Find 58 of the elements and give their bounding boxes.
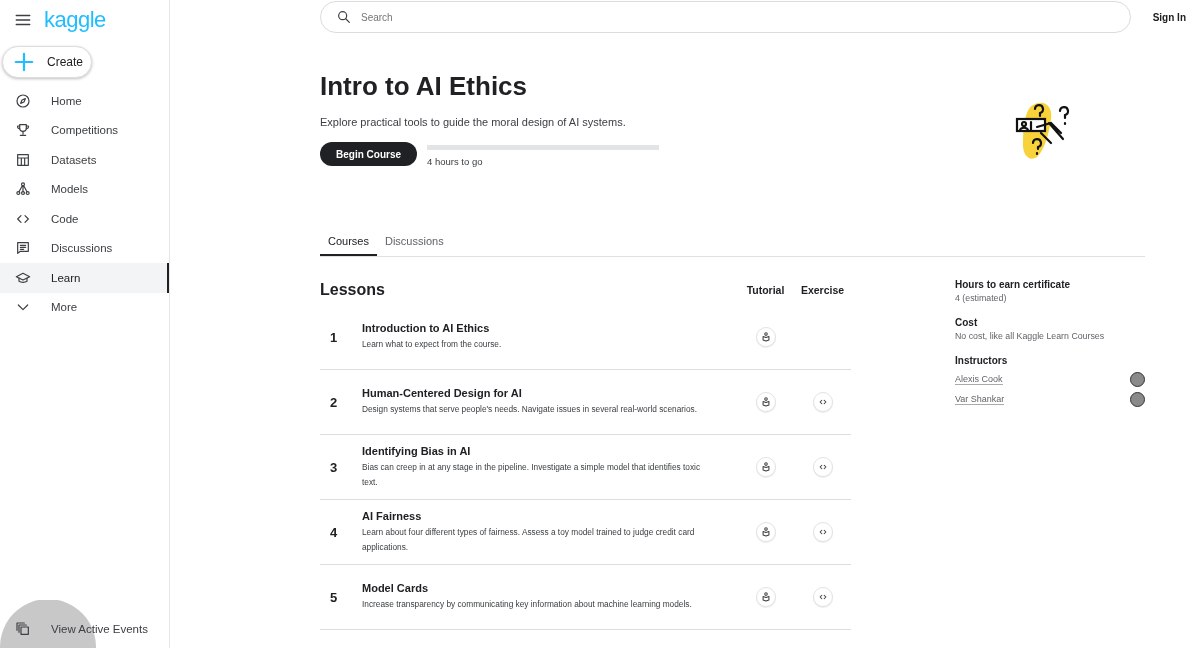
info-label: Hours to earn certificate [955,279,1072,290]
nav-item[interactable]: View Active Events [0,614,169,644]
lesson-title-link[interactable]: Introduction to AI Ethics [362,322,713,335]
lesson-title-link[interactable]: Human-Centered Design for AI [362,387,713,400]
tutorial-button[interactable] [755,392,776,412]
stacked-squares-icon [15,620,31,637]
nav-item[interactable]: More [0,292,169,322]
tab[interactable]: Courses [320,229,377,256]
nodes-icon [15,181,31,198]
progress-reading: 4 hours to go [427,156,484,167]
nav-item[interactable]: Code [0,204,169,234]
lesson-title-link[interactable]: Identifying Bias in AI [362,445,713,458]
avatar [1130,391,1145,407]
compass-icon [15,92,31,109]
nav-item[interactable]: Home [0,86,169,116]
search-field[interactable]: Search [320,1,1131,33]
lesson-description: Increase transparency by communicating key information about machine learning models. [362,598,693,612]
nav-item[interactable]: Models [0,174,169,204]
create-button[interactable]: Create [2,46,92,78]
lesson-number: 2 [329,394,339,410]
lesson-description: Bias can creep in at any stage in the pipeline. Investigate a simple model that identifies toxic text. [362,461,702,489]
tutorial-button[interactable] [755,587,776,607]
tutorial-button[interactable] [755,522,776,542]
nav-item[interactable]: Datasets [0,145,169,175]
nav-item[interactable]: Learn [0,263,169,293]
info-label: Instructors [955,355,1009,366]
lesson-number: 3 [329,459,339,475]
info-label: Cost [955,317,979,328]
column-heading: Exercise [799,284,846,296]
nav-item[interactable]: Competitions [0,115,169,145]
course-title: Intro to AI Ethics [320,71,529,102]
info-value: No cost, like all Kaggle Learn Courses [955,331,1106,341]
avatar [1130,371,1145,387]
lesson-number: 1 [329,329,339,345]
info-value: 4 (estimated) [955,293,1008,303]
instructor-link[interactable]: Alexis Cook [955,373,1003,385]
search-icon [336,9,352,25]
column-heading: Tutorial [745,284,786,296]
lesson-title-link[interactable]: Model Cards [362,582,713,595]
lesson-description: Learn about four different types of fairness. Assess a toy model trained to judge credit card applications. [362,526,696,554]
lesson-number: 4 [329,524,339,540]
lesson-number: 5 [329,589,339,605]
table-icon [15,151,31,168]
tutorial-button[interactable] [755,457,776,477]
tutorial-button[interactable] [755,327,776,347]
instructor-link[interactable]: Var Shankar [955,393,1005,405]
begin-course-button[interactable]: Begin Course [320,142,417,166]
lesson-title-link[interactable]: AI Fairness [362,510,713,523]
trophy-icon [15,122,31,139]
plus-icon [13,51,35,73]
sign-in-link[interactable]: Sign In [1152,11,1186,23]
nav-item[interactable]: Discussions [0,233,169,263]
course-subtitle: Explore practical tools to guide the moral design of AI systems. [320,116,627,128]
lesson-description: Learn what to expect from the course. [362,338,503,352]
lesson-description: Design systems that serve people's needs. Navigate issues in several real-world scenarios. [362,403,698,417]
lessons-heading: Lessons [320,281,386,299]
chat-icon [15,240,31,257]
tab[interactable]: Discussions [376,229,452,256]
